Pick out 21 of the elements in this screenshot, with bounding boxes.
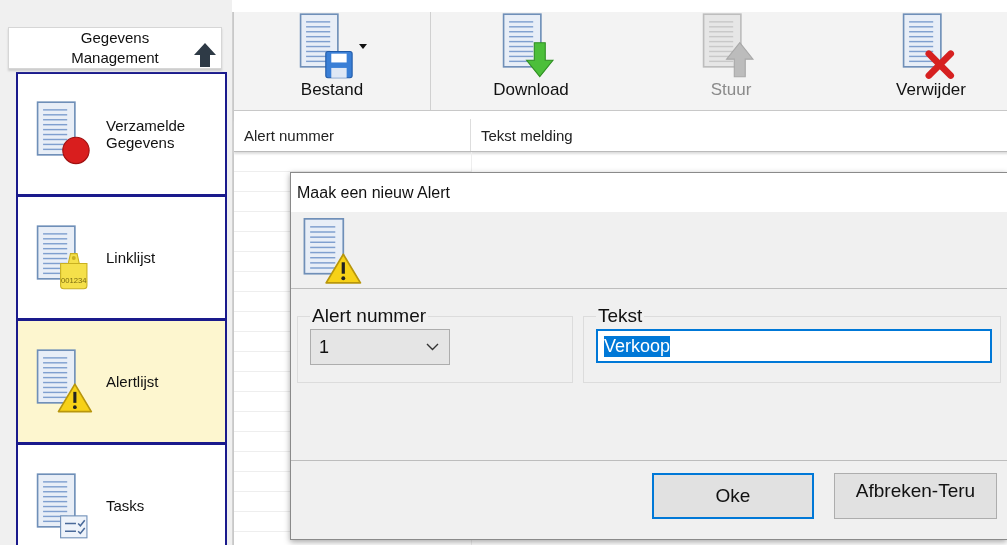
dialog-button[interactable]: Oke bbox=[652, 473, 814, 519]
chevron-down-icon bbox=[426, 343, 439, 351]
number-dropdown[interactable]: 1 bbox=[310, 329, 450, 365]
group-label: Alert nummer bbox=[311, 305, 428, 327]
sidebar-item[interactable]: 001234 Linklijst bbox=[16, 196, 227, 320]
up-arrow-icon[interactable] bbox=[193, 42, 217, 68]
group-label: Tekst bbox=[597, 305, 644, 327]
sidebar-item[interactable]: Verzamelde Gegevens bbox=[16, 72, 227, 196]
toolbar-button[interactable]: Verwijder bbox=[831, 12, 1007, 110]
column-header[interactable]: Tekst melding bbox=[471, 119, 583, 151]
text-field[interactable]: Verkoop bbox=[596, 329, 992, 363]
dialog-title: Maak een nieuw Alert bbox=[291, 173, 1007, 212]
sidebar-item[interactable]: Alertlijst bbox=[16, 320, 227, 444]
sidebar-item[interactable]: Tasks bbox=[16, 444, 227, 545]
toolbar-button[interactable]: Download bbox=[431, 12, 631, 110]
section-title: Gegevens Management bbox=[70, 28, 160, 68]
column-header[interactable]: Alert nummer bbox=[234, 119, 471, 151]
section-header[interactable]: Gegevens Management bbox=[8, 27, 222, 69]
toolbar-button[interactable]: Bestand bbox=[234, 12, 431, 110]
caret-icon bbox=[359, 44, 367, 49]
dialog-button[interactable]: Afbreken-Teru bbox=[834, 473, 997, 519]
